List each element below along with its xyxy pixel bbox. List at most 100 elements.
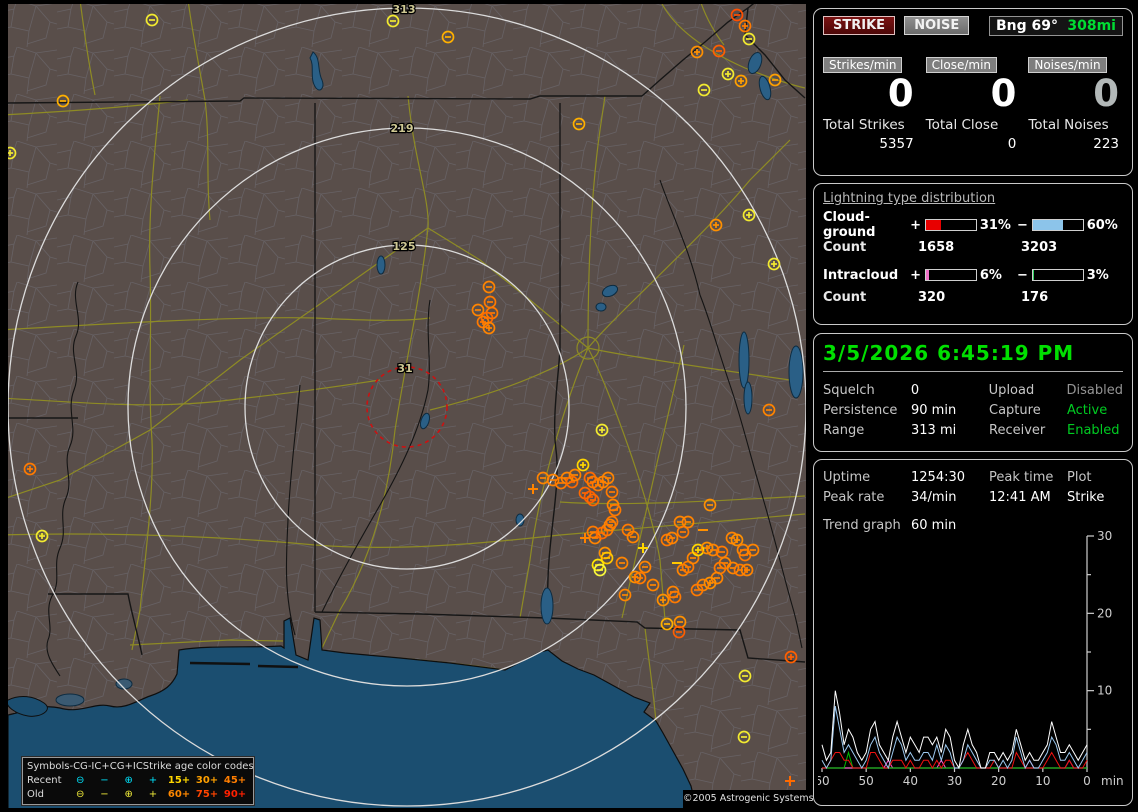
legend-header-symbols: Symbols <box>27 760 69 774</box>
copyright-bar: ©2005 Astrogenic Systems <box>683 790 806 808</box>
upload-label: Upload <box>989 383 1067 398</box>
stats-row: Peak rate 34/min 12:41 AM Strike <box>823 487 1123 507</box>
cg-plus-bar <box>925 219 977 231</box>
intracloud-label: Intracloud <box>823 268 909 283</box>
cloud-ground-label: Cloud-ground <box>823 210 909 240</box>
svg-text:30: 30 <box>947 774 962 788</box>
total-noises-label: Total Noises <box>1028 117 1123 133</box>
count-label: Count <box>823 240 918 255</box>
noises-per-min-label: Noises/min <box>1028 57 1106 73</box>
svg-text:0: 0 <box>1083 774 1091 788</box>
plus-sign: + <box>909 268 922 283</box>
recent-cg-neg-icon: ⊖ <box>68 774 92 788</box>
distance-value: 308mi <box>1067 18 1116 34</box>
total-close-value: 0 <box>926 136 1021 152</box>
trend-axes <box>822 536 1094 772</box>
peak-rate-value: 34/min <box>911 490 989 505</box>
ring-label-125: 125 <box>393 240 416 253</box>
cg-plus-pct: 31% <box>980 218 1016 233</box>
strike-mode-button[interactable]: STRIKE <box>823 16 895 35</box>
ic-plus-pct: 6% <box>980 268 1016 283</box>
trend-graph-canvas: 1020306050403020100min <box>818 526 1124 792</box>
old-ic-pos-icon: + <box>141 788 165 802</box>
legend-old-row: Old ⊖ − ⊕ + 60+ 75+ 90+ <box>27 788 249 802</box>
map-canvas: 313 219 125 31 <box>8 4 806 808</box>
intracloud-count-row: Count 320 176 <box>823 285 1123 309</box>
telemetry-panel: STRIKE NOISE Bng 69° 308mi Strikes/min 0… <box>813 0 1135 812</box>
minus-sign: − <box>1016 268 1029 283</box>
status-row: Squelch 0 Upload Disabled <box>823 380 1123 400</box>
status-box: 3/5/2026 6:45:19 PM Squelch 0 Upload Dis… <box>813 333 1133 452</box>
lightning-distribution-box: Lightning type distribution Cloud-ground… <box>813 183 1133 325</box>
stormvue-app: 313 219 125 31 Symbols -CG -IC +CG +IC S… <box>0 0 1138 812</box>
persistence-label: Persistence <box>823 403 911 418</box>
cg-minus-pct: 60% <box>1087 218 1123 233</box>
ring-label-31: 31 <box>397 362 412 375</box>
noise-mode-button[interactable]: NOISE <box>904 16 969 35</box>
ic-minus-count: 176 <box>1021 290 1048 305</box>
svg-text:40: 40 <box>903 774 918 788</box>
old-ic-neg-icon: − <box>92 788 116 802</box>
cg-plus-count: 1658 <box>918 240 1021 255</box>
intracloud-row: Intracloud + 6% − 3% <box>823 265 1123 285</box>
age-45: 45+ <box>221 774 249 788</box>
legend-recent-label: Recent <box>27 774 68 788</box>
strikes-per-min-column: Strikes/min 0 Total Strikes 5357 <box>823 57 918 152</box>
ic-plus-bar <box>925 269 977 281</box>
cg-minus-bar <box>1032 219 1084 231</box>
minus-sign: − <box>1016 218 1029 233</box>
ic-minus-bar <box>1032 269 1084 281</box>
legend-header-cg-neg: -CG <box>69 760 87 774</box>
cloud-ground-row: Cloud-ground + 31% − 60% <box>823 215 1123 235</box>
date-time-display: 3/5/2026 6:45:19 PM <box>823 341 1123 372</box>
legend-old-label: Old <box>27 788 68 802</box>
status-row: Persistence 90 min Capture Active <box>823 400 1123 420</box>
bearing-value: Bng 69° <box>996 18 1058 34</box>
plot-mode-value: Strike <box>1067 490 1123 505</box>
ic-minus-pct: 3% <box>1087 268 1123 283</box>
capture-label: Capture <box>989 403 1067 418</box>
recent-cg-pos-icon: ⊕ <box>117 774 141 788</box>
count-label: Count <box>823 290 918 305</box>
svg-text:min: min <box>1101 774 1124 788</box>
trend-graph: 1020306050403020100min <box>818 526 1124 796</box>
svg-text:60: 60 <box>818 774 830 788</box>
old-cg-neg-icon: ⊖ <box>68 788 92 802</box>
recent-ic-pos-icon: + <box>141 774 165 788</box>
age-75: 75+ <box>193 788 221 802</box>
legend-header-cg-pos: +CG <box>101 760 124 774</box>
close-per-min-column: Close/min 0 Total Close 0 <box>926 57 1021 152</box>
range-value: 313 mi <box>911 423 989 438</box>
close-per-min-label: Close/min <box>926 57 997 73</box>
total-strikes-value: 5357 <box>823 136 918 152</box>
squelch-label: Squelch <box>823 383 911 398</box>
total-strikes-label: Total Strikes <box>823 117 918 133</box>
strikes-per-min-label: Strikes/min <box>823 57 902 73</box>
age-30: 30+ <box>193 774 221 788</box>
noises-per-min-column: Noises/min 0 Total Noises 223 <box>1028 57 1123 152</box>
receiver-label: Receiver <box>989 423 1067 438</box>
uptime-value: 1254:30 <box>911 470 989 485</box>
recent-ic-neg-icon: − <box>92 774 116 788</box>
map-legend: Symbols -CG -IC +CG +IC Strike age color… <box>22 757 254 805</box>
upload-status: Disabled <box>1067 383 1123 398</box>
legend-header-ic-neg: -IC <box>88 760 102 774</box>
cloud-ground-count-row: Count 1658 3203 <box>823 235 1123 259</box>
ring-label-313: 313 <box>393 4 416 16</box>
age-60: 60+ <box>165 788 193 802</box>
stats-row: Uptime 1254:30 Peak time Plot <box>823 467 1123 487</box>
legend-header-age-codes: Strike age color codes <box>143 760 254 774</box>
ic-plus-count: 320 <box>918 290 1021 305</box>
trend-box: Uptime 1254:30 Peak time Plot Peak rate … <box>813 459 1133 806</box>
lightning-map[interactable]: 313 219 125 31 Symbols -CG -IC +CG +IC S… <box>8 4 806 808</box>
cg-minus-count: 3203 <box>1021 240 1057 255</box>
peak-time-label: Peak time <box>989 470 1067 485</box>
plus-sign: + <box>909 218 922 233</box>
distribution-title: Lightning type distribution <box>823 191 1123 206</box>
capture-status: Active <box>1067 403 1123 418</box>
ring-label-219: 219 <box>391 122 414 135</box>
close-per-min-value: 0 <box>926 73 1021 115</box>
svg-text:30: 30 <box>1097 529 1112 543</box>
squelch-value: 0 <box>911 383 989 398</box>
age-90: 90+ <box>221 788 249 802</box>
